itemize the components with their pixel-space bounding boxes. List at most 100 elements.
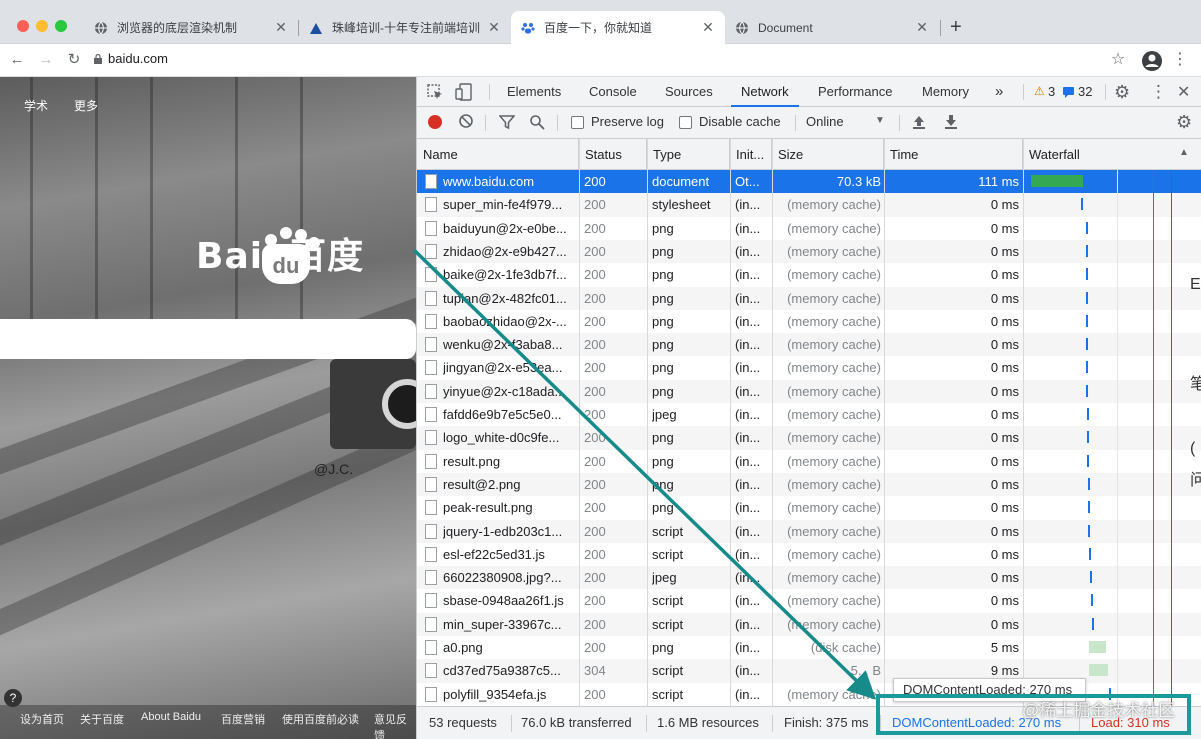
table-row[interactable]: baike@2x-1fe3db7f... 200 png (in... (memory … [417,263,1201,286]
more-tabs-chevron-icon[interactable]: » [995,77,1003,107]
close-devtools-icon[interactable]: ✕ [1177,82,1190,102]
column-initiator[interactable]: Init... [730,139,772,170]
browser-tab[interactable]: Document ✕ [725,11,939,44]
table-row[interactable]: fafdd6e9b7e5c5e0... 200 jpeg (in... (memory … [417,403,1201,426]
sort-ascending-icon[interactable]: ▲ [1179,147,1189,158]
tab-console[interactable]: Console [589,77,637,107]
chevron-down-icon[interactable]: ▼ [875,115,885,126]
column-size[interactable]: Size [772,139,884,170]
table-row[interactable]: result@2.png 200 png (in... (memory cache) 0 … [417,472,1201,497]
request-status: 200 [584,243,606,259]
settings-gear-icon[interactable]: ⚙ [1114,82,1130,103]
table-row[interactable]: baiduyun@2x-e0be... 200 png (in... (memory c… [417,217,1201,240]
help-icon[interactable]: ? [4,689,22,707]
nav-link-academic[interactable]: 学术 [24,97,48,114]
table-row[interactable]: peak-result.png 200 png (in... (memory cache… [417,496,1201,519]
site-watermark: @稀土掘金技术社区 [1022,701,1176,720]
table-row[interactable]: wenku@2x-f3aba8... 200 png (in... (memory ca… [417,333,1201,357]
tab-network[interactable]: Network [731,77,799,107]
warning-count[interactable]: 3 [1048,77,1055,107]
close-tab-icon[interactable]: ✕ [274,19,288,36]
request-initiator: (in... [735,500,761,516]
profile-avatar[interactable] [1142,51,1162,71]
preserve-log-checkbox[interactable] [571,116,584,129]
forward-arrow-icon[interactable]: → [35,49,57,71]
column-time[interactable]: Time [884,139,1023,170]
throttling-select[interactable]: Online [806,114,844,129]
close-window-button[interactable] [17,20,29,32]
request-type: png [652,476,674,492]
record-button[interactable] [428,115,442,129]
browser-window: { "browser": { "tabs": [ {"title": "浏览器的… [0,0,1201,739]
close-tab-icon[interactable]: ✕ [701,19,715,36]
paw-toe [265,234,277,246]
table-row[interactable]: www.baidu.com 200 document Ot... 70.3 kB 111 … [417,170,1201,194]
table-row[interactable]: esl-ef22c5ed31.js 200 script (in... (memory … [417,543,1201,566]
table-row[interactable]: baobaozhidao@2x-... 200 png (in... (memory c… [417,310,1201,333]
request-status: 200 [584,407,606,422]
table-row[interactable]: min_super-33967c... 200 script (in... (memor… [417,612,1201,636]
filter-icon[interactable] [498,114,516,133]
search-input[interactable] [0,319,416,359]
browser-tab[interactable]: 浏览器的底层渲染机制 ✕ [84,11,298,44]
tab-elements[interactable]: Elements [507,77,561,107]
address-bar-url[interactable]: baidu.com [108,51,168,66]
column-waterfall[interactable]: Waterfall [1023,139,1201,170]
table-row[interactable]: yinyue@2x-c18ada... 200 png (in... (memory c… [417,379,1201,403]
table-row[interactable]: zhidao@2x-e9b427... 200 png (in... (memory c… [417,239,1201,264]
table-row[interactable]: 66022380908.jpg?... 200 jpeg (in... (memory … [417,566,1201,590]
back-arrow-icon[interactable]: ← [6,49,28,71]
inspect-element-icon[interactable] [427,84,443,103]
table-row[interactable]: logo_white-d0c9fe... 200 png (in... (memory … [417,426,1201,450]
table-row[interactable]: jingyan@2x-e53ea... 200 png (in... (memory c… [417,356,1201,379]
footer-link[interactable]: 使用百度前必读 [282,711,359,727]
footer-link[interactable]: 意见反馈 [374,711,416,739]
footer-link[interactable]: About Baidu [141,711,201,723]
minimize-window-button[interactable] [36,20,48,32]
new-tab-button[interactable]: + [950,16,962,39]
devtools-menu-icon[interactable]: ⋮ [1150,82,1167,102]
request-initiator: (in... [735,220,761,236]
export-har-icon[interactable] [944,114,958,133]
bookmark-star-icon[interactable]: ☆ [1107,49,1129,71]
request-type: stylesheet [652,197,711,213]
clipped-side-text: ( [1190,440,1196,457]
close-tab-icon[interactable]: ✕ [915,19,929,36]
table-row[interactable]: a0.png 200 png (in... (disk cache) 5 ms [417,636,1201,659]
table-row[interactable]: jquery-1-edb203c1... 200 script (in... (memo… [417,519,1201,543]
footer-link[interactable]: 百度营销 [221,711,265,727]
search-icon[interactable] [529,114,545,133]
browser-tab-active[interactable]: 百度一下，你就知道 ✕ [511,11,725,44]
browser-menu-icon[interactable]: ⋮ [1169,49,1191,71]
request-initiator: (in... [735,570,761,586]
message-count[interactable]: 32 [1078,77,1092,107]
table-row[interactable]: tupian@2x-482fc01... 200 png (in... (memory … [417,286,1201,310]
tab-performance[interactable]: Performance [818,77,892,107]
reload-icon[interactable]: ↻ [63,49,85,71]
footer-link[interactable]: 关于百度 [80,711,124,727]
maximize-window-button[interactable] [55,20,67,32]
nav-link-more[interactable]: 更多 [74,97,98,114]
toolbar-divider [795,115,796,131]
message-icon[interactable] [1063,85,1074,101]
column-status[interactable]: Status [579,139,647,170]
disable-cache-checkbox[interactable] [679,116,692,129]
footer-link[interactable]: 设为首页 [20,711,64,727]
network-settings-gear-icon[interactable]: ⚙ [1176,112,1192,133]
table-row[interactable]: result.png 200 png (in... (memory cache) 0 ms [417,450,1201,473]
request-type: jpeg [652,407,677,422]
tab-sources[interactable]: Sources [665,77,713,107]
device-toolbar-icon[interactable] [455,83,473,104]
close-tab-icon[interactable]: ✕ [487,19,501,36]
warning-icon[interactable]: ⚠ [1034,84,1045,98]
tab-memory[interactable]: Memory [922,77,969,107]
import-har-icon[interactable] [912,114,926,133]
table-row[interactable]: sbase-0948aa26f1.js 200 script (in... (memor… [417,589,1201,612]
clear-icon[interactable] [458,113,474,132]
table-row[interactable]: super_min-fe4f979... 200 stylesheet (in... (… [417,193,1201,217]
request-initiator: (in... [735,523,761,539]
column-type[interactable]: Type [647,139,730,170]
browser-tab[interactable]: 珠峰培训-十年专注前端培训, 有 ✕ [299,11,511,44]
column-name[interactable]: Name [417,139,579,170]
request-initiator: (in... [735,290,761,306]
